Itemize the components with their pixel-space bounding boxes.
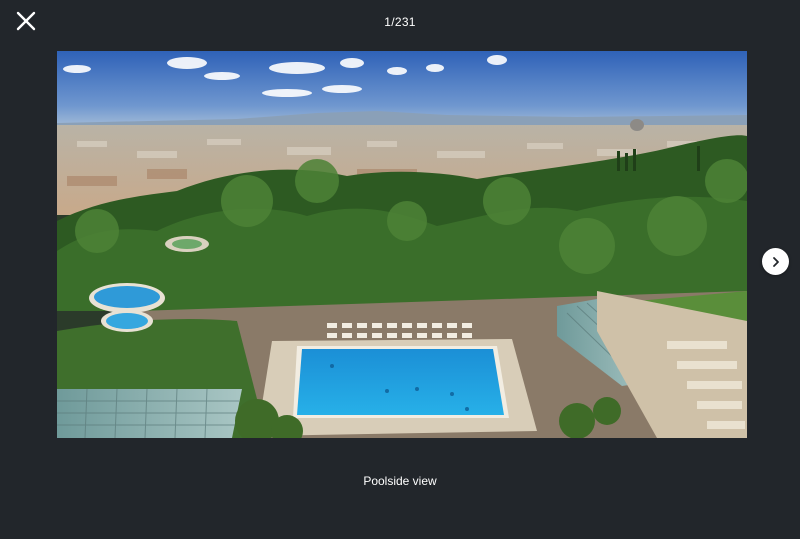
image-counter: 1/231 xyxy=(384,15,416,29)
photo-viewer: 1/231 Poolside view xyxy=(0,0,800,539)
chevron-right-icon xyxy=(772,256,779,267)
gallery-photo xyxy=(57,51,747,438)
next-image-button[interactable] xyxy=(762,248,789,275)
photo-caption: Poolside view xyxy=(363,474,437,488)
